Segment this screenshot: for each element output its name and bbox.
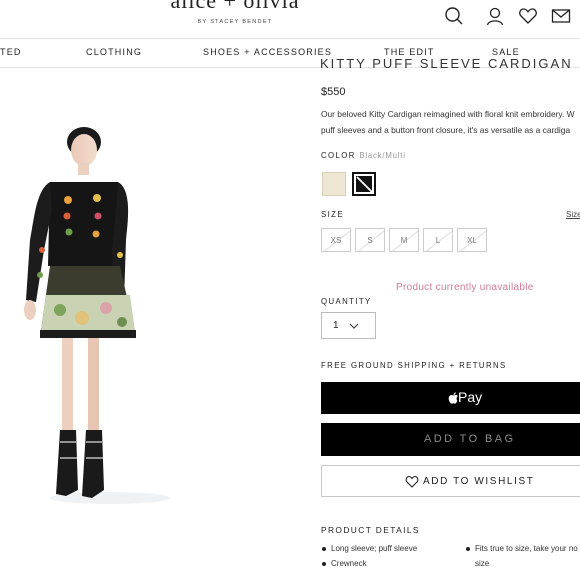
detail-item: Long sleeve; puff sleeve bbox=[321, 544, 418, 553]
size-option-label: M bbox=[400, 236, 408, 245]
add-to-bag-label: ADD TO BAG bbox=[424, 433, 516, 445]
product-photo[interactable] bbox=[0, 70, 224, 510]
mail-icon[interactable] bbox=[551, 6, 571, 26]
color-swatch-cream[interactable] bbox=[322, 172, 346, 196]
product-details-heading[interactable]: PRODUCT DETAILS bbox=[321, 525, 420, 535]
brand-tagline: BY STACEY BENDET bbox=[197, 19, 273, 25]
size-label: SIZE bbox=[321, 210, 344, 219]
size-option-s[interactable]: S bbox=[355, 228, 385, 252]
description-line-2: puff sleeves and a button front closure,… bbox=[321, 125, 571, 135]
color-swatch-black[interactable] bbox=[352, 172, 376, 196]
search-icon[interactable] bbox=[444, 6, 464, 26]
quantity-select[interactable]: 1 bbox=[321, 312, 376, 339]
add-to-wishlist-button[interactable]: ADD TO WISHLIST bbox=[321, 465, 580, 497]
add-to-wishlist-label: ADD TO WISHLIST bbox=[423, 476, 535, 487]
wishlist-heart-icon[interactable] bbox=[518, 6, 538, 26]
size-option-l[interactable]: L bbox=[423, 228, 453, 252]
nav-item-curated[interactable]: TED bbox=[0, 47, 22, 57]
color-label: COLOR bbox=[321, 151, 356, 160]
quantity-value: 1 bbox=[333, 320, 339, 331]
chevron-down-icon bbox=[349, 323, 359, 329]
site-header: alice + olivia BY STACEY BENDET bbox=[0, 0, 580, 38]
quantity-label: QUANTITY bbox=[321, 297, 372, 306]
description-line-1: Our beloved Kitty Cardigan reimagined wi… bbox=[321, 109, 575, 119]
size-option-xl[interactable]: XL bbox=[457, 228, 487, 252]
size-option-label: L bbox=[435, 236, 441, 245]
shipping-note: FREE GROUND SHIPPING + RETURNS bbox=[321, 361, 507, 370]
product-name: KITTY PUFF SLEEVE CARDIGAN bbox=[320, 56, 573, 71]
nav-item-shoes-accessories[interactable]: SHOES + ACCESSORIES bbox=[203, 47, 332, 57]
size-option-label: XS bbox=[330, 236, 342, 245]
heart-icon bbox=[405, 475, 419, 488]
detail-item: Crewneck bbox=[322, 559, 367, 568]
product-description: Our beloved Kitty Cardigan reimagined wi… bbox=[321, 106, 580, 138]
apple-pay-button[interactable]: Pay bbox=[321, 382, 580, 414]
detail-item: Fits true to size, take your no bbox=[466, 544, 578, 553]
size-option-m[interactable]: M bbox=[389, 228, 419, 252]
size-option-label: S bbox=[367, 236, 373, 245]
size-option-label: XL bbox=[467, 236, 477, 245]
brand-logo[interactable]: alice + olivia bbox=[170, 0, 300, 14]
account-icon[interactable] bbox=[485, 6, 505, 26]
size-guide-link[interactable]: Size bbox=[566, 210, 580, 219]
size-option-xs[interactable]: XS bbox=[321, 228, 351, 252]
add-to-bag-button[interactable]: ADD TO BAG bbox=[321, 423, 580, 456]
nav-item-clothing[interactable]: CLOTHING bbox=[86, 47, 142, 57]
color-value: Black/Multi bbox=[359, 151, 406, 160]
product-price: $550 bbox=[321, 86, 346, 98]
availability-message: Product currently unavailable bbox=[396, 282, 534, 293]
apple-pay-label: Pay bbox=[458, 389, 483, 405]
color-label-row: COLOR Black/Multi bbox=[321, 151, 406, 160]
detail-item-continued: size bbox=[475, 559, 490, 568]
